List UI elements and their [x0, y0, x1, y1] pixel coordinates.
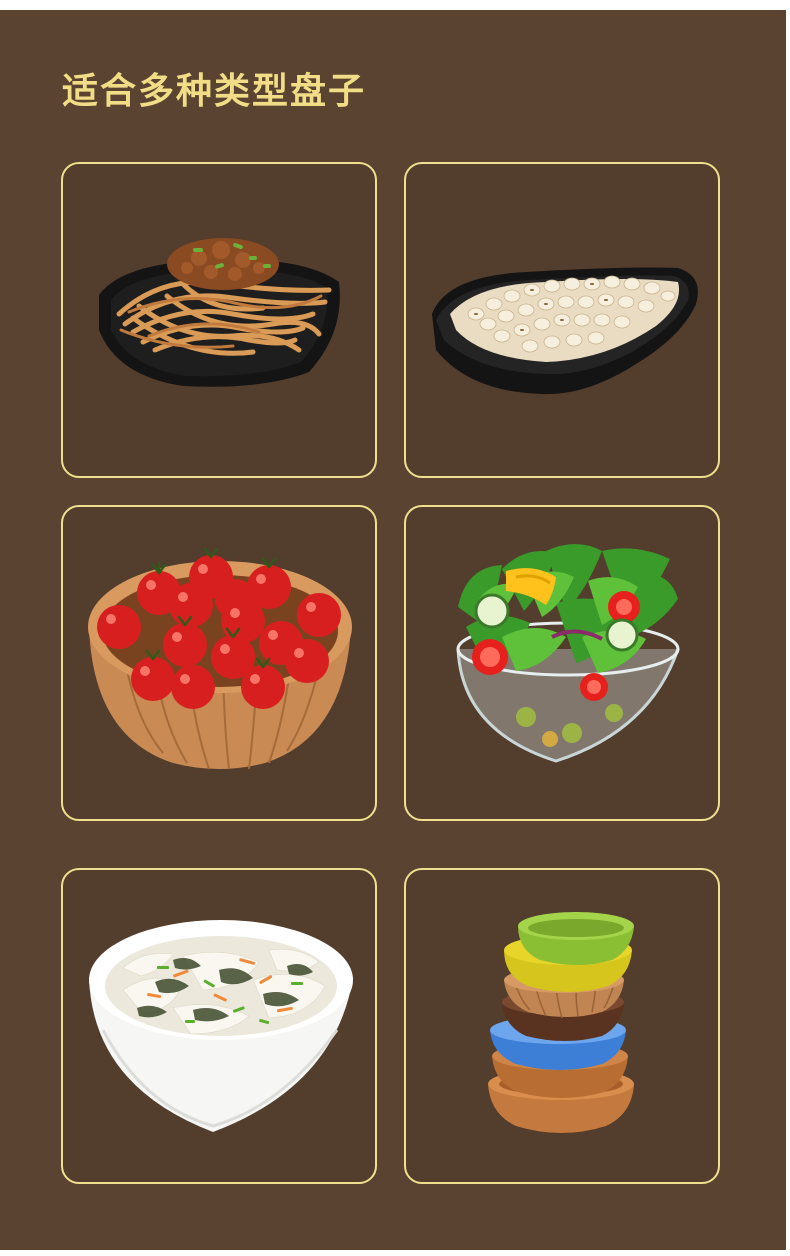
barley-boat-dish-icon: [432, 267, 698, 395]
dish-card-bowls: [404, 868, 720, 1184]
dish-card-barley: [404, 162, 720, 478]
stacked-colorful-bowls-icon: [488, 912, 634, 1133]
egg-drop-soup-white-bowl-icon: [89, 920, 353, 1132]
salad-glass-bowl-icon: [456, 544, 680, 763]
page-title: 适合多种类型盘子: [62, 71, 367, 112]
dish-card-soup: [61, 868, 377, 1184]
dish-card-salad: [404, 505, 720, 821]
noodles-plate-icon: [99, 238, 340, 387]
dish-card-noodles: [61, 162, 377, 478]
cherry-tomatoes-wooden-bowl-icon: [88, 547, 352, 770]
page: 适合多种类型盘子: [0, 0, 790, 1256]
dish-card-tomatoes: [61, 505, 377, 821]
